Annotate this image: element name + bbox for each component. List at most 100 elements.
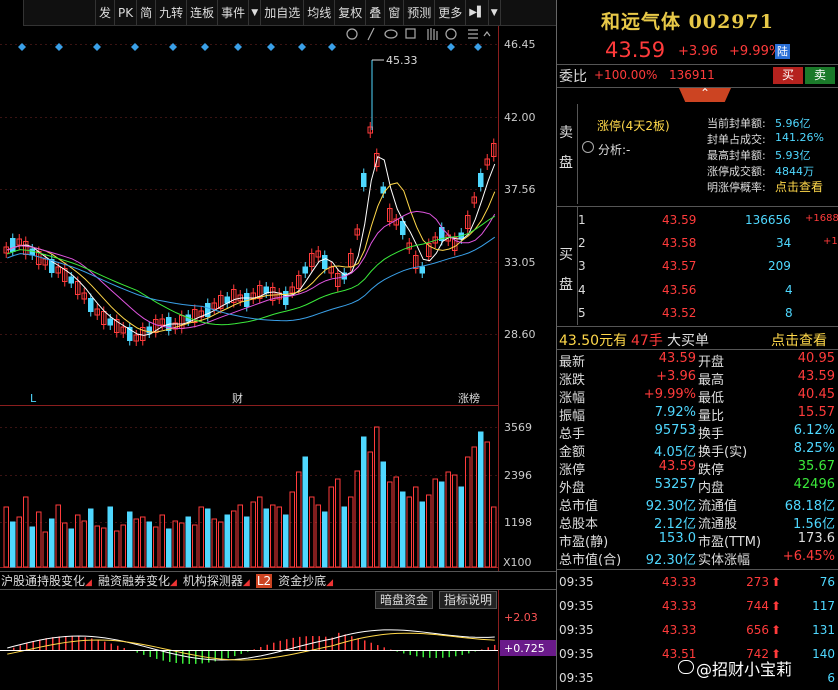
- level: 4: [578, 283, 586, 297]
- order-book-row[interactable]: 1 43.59 136656 +1688: [557, 210, 838, 233]
- settings-icon[interactable]: [346, 28, 358, 40]
- ma-line: [7, 182, 496, 333]
- dark-pool-button[interactable]: 暗盘资金: [375, 591, 434, 609]
- quote-row: 市盈(静) 153.0 市盈(TTM) 173.6: [557, 531, 838, 550]
- event-diamond[interactable]: [447, 43, 455, 51]
- chart-tools[interactable]: [346, 27, 491, 41]
- volume-bar: [224, 514, 230, 568]
- volume-axis: 3569 2396 1198 X100: [503, 421, 532, 569]
- tab-fund-bottom[interactable]: 资金抄底◢: [275, 572, 336, 589]
- volume-bar: [16, 516, 22, 568]
- event-diamond[interactable]: [93, 43, 101, 51]
- macd-tick: +2.03: [504, 611, 538, 624]
- quote-label: 市盈(静): [559, 535, 609, 550]
- copy-icon[interactable]: [405, 28, 416, 39]
- sell-button[interactable]: 卖: [805, 67, 835, 84]
- tick-count: 131: [812, 623, 835, 637]
- big-order-link[interactable]: 点击查看: [771, 330, 827, 350]
- event-diamond[interactable]: [328, 43, 336, 51]
- volume-bar: [296, 471, 302, 568]
- event-diamond[interactable]: [298, 43, 306, 51]
- event-marker-finance[interactable]: 财: [232, 391, 243, 405]
- volume-bar: [263, 508, 269, 568]
- event-diamond[interactable]: [201, 43, 209, 51]
- quote-value: 15.57: [797, 405, 835, 420]
- level: 3: [578, 259, 586, 273]
- volume-bar: [426, 494, 432, 568]
- quote-value: 7.92%: [654, 405, 696, 420]
- volume-bar: [328, 486, 334, 568]
- tab-hk-holdings[interactable]: 沪股通持股变化◢: [0, 572, 95, 589]
- indicator-help-button[interactable]: 指标说明: [439, 591, 498, 609]
- pen-icon[interactable]: [367, 27, 375, 41]
- toolbar-nine-turn[interactable]: 九转: [156, 0, 188, 26]
- level: 5: [578, 306, 586, 320]
- tick-row: 09:35 43.33 656 ⬆ 131: [557, 619, 838, 643]
- tab-l2[interactable]: L2: [253, 572, 275, 589]
- chart-area[interactable]: 46.45 42.00 37.56 33.05 28.60 3569 2396 …: [0, 0, 556, 690]
- toolbar-adjust[interactable]: 复权: [335, 0, 367, 26]
- tab-institution[interactable]: 机构探测器◢: [180, 572, 253, 589]
- quote-value: 35.67: [797, 459, 835, 474]
- toolbar-simple[interactable]: 简: [137, 0, 157, 26]
- limit-up-status: 涨停(4天2板): [597, 119, 670, 133]
- toolbar-forecast[interactable]: 预测: [404, 0, 436, 26]
- toolbar-add-watchlist[interactable]: 加自选: [261, 0, 305, 26]
- order-book-row[interactable]: 2 43.58 34 +1: [557, 233, 838, 256]
- event-marker-top-list[interactable]: 涨榜: [458, 391, 480, 405]
- chevron-down-icon[interactable]: ▼: [489, 0, 501, 26]
- eye-icon[interactable]: [384, 29, 398, 39]
- volume-bar: [88, 508, 94, 568]
- collapse-icon[interactable]: [483, 31, 491, 37]
- marker-icon: ◢: [326, 578, 334, 588]
- toolbar-overlay[interactable]: 叠: [366, 0, 386, 26]
- order-book-row[interactable]: 4 43.56 4: [557, 280, 838, 303]
- sell-side-label: 卖盘: [559, 125, 573, 171]
- quote-row: 总手 95753 换手 6.12%: [557, 423, 838, 442]
- list-icon[interactable]: [468, 29, 478, 39]
- toolbar-window[interactable]: 窗: [385, 0, 405, 26]
- toolbar-pk[interactable]: PK: [115, 0, 138, 26]
- chevron-up-icon[interactable]: ⌃: [700, 86, 710, 100]
- volume-bar: [471, 446, 477, 568]
- volume-bar: [140, 516, 146, 568]
- order-book-row[interactable]: 3 43.57 209: [557, 256, 838, 279]
- chevron-down-icon[interactable]: ▼: [249, 0, 262, 26]
- quote-label: 流通值: [698, 499, 738, 514]
- toolbar-more[interactable]: 更多: [435, 0, 467, 26]
- event-marker-l[interactable]: L: [30, 392, 37, 405]
- tick-time: 09:35: [559, 599, 594, 613]
- hand-icon[interactable]: [427, 28, 438, 40]
- toolbar-ma[interactable]: 均线: [304, 0, 336, 26]
- probability-link[interactable]: 点击查看: [775, 178, 823, 195]
- toolbar-event[interactable]: 事件: [218, 0, 250, 26]
- tab-margin[interactable]: 融资融券变化◢: [95, 572, 180, 589]
- volume-bar: [400, 491, 406, 568]
- ma-line: [7, 236, 496, 322]
- volume-bar: [94, 525, 100, 568]
- quote-value: 4.05亿: [654, 445, 696, 460]
- volume-bar: [270, 504, 276, 568]
- event-diamond[interactable]: [18, 43, 26, 51]
- bid-volume: 209: [768, 259, 791, 273]
- event-diamond[interactable]: [131, 43, 139, 51]
- tick-price: 43.33: [662, 575, 697, 589]
- level: 1: [578, 213, 586, 227]
- toolbar-fa[interactable]: 发: [96, 0, 116, 26]
- volume-bar: [29, 526, 35, 568]
- tick-row: 09:35 43.33 744 ⬆ 117: [557, 595, 838, 619]
- search-icon[interactable]: [445, 28, 457, 40]
- high-annotation: 45.33: [371, 54, 418, 130]
- event-diamond[interactable]: [267, 43, 275, 51]
- board-tag: 陆: [775, 44, 790, 59]
- play-icon[interactable]: ▶▌: [466, 0, 489, 26]
- price-axis: 46.45 42.00 37.56 33.05 28.60: [504, 38, 536, 341]
- limit-label: 最高封单额:: [707, 149, 766, 162]
- order-book-row[interactable]: 5 43.52 8: [557, 303, 838, 326]
- quote-label: 流通股: [698, 517, 738, 532]
- toolbar-limit-board[interactable]: 连板: [187, 0, 219, 26]
- buy-button[interactable]: 买: [773, 67, 803, 84]
- bid-delta: +1: [823, 236, 838, 247]
- tab-label: 沪股通持股变化: [1, 574, 86, 588]
- volume-bar: [146, 521, 152, 568]
